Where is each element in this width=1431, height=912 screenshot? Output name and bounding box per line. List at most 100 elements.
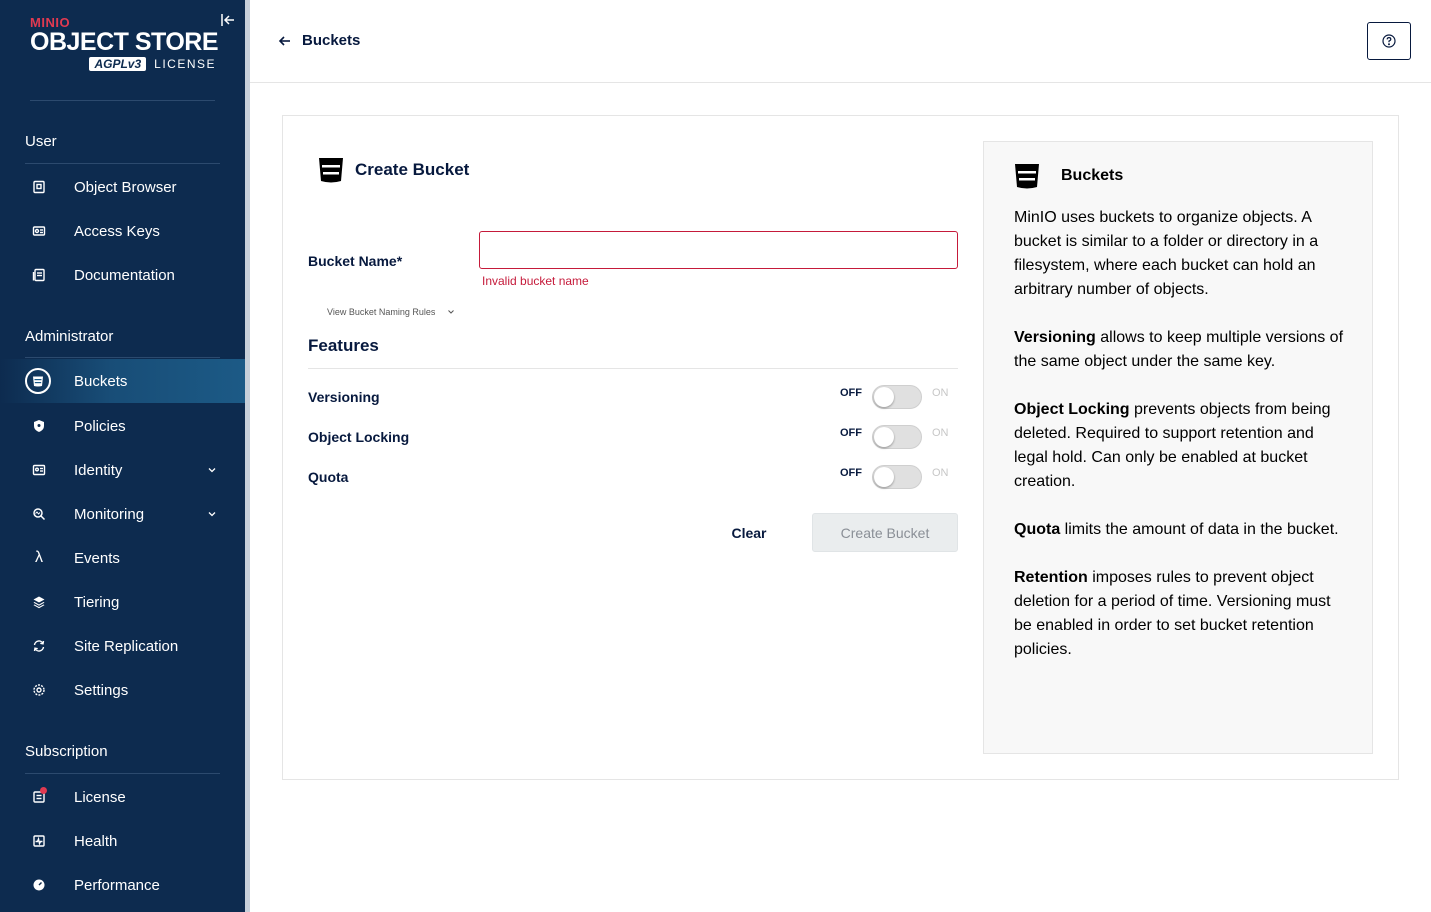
sidebar-item-label: Settings bbox=[74, 681, 129, 699]
toggle-off-label: OFF bbox=[840, 467, 862, 479]
agpl-badge: AGPLv3 bbox=[89, 57, 147, 71]
gear-icon bbox=[28, 679, 50, 701]
logo-product: OBJECT STORE bbox=[30, 28, 219, 56]
versioning-label: Versioning bbox=[308, 389, 380, 405]
help-text: limits the amount of data in the bucket. bbox=[1060, 521, 1339, 538]
sidebar-item-label: Buckets bbox=[74, 372, 128, 390]
sidebar-item-settings[interactable]: Settings bbox=[0, 668, 245, 712]
monitoring-icon bbox=[28, 503, 50, 525]
bucket-icon bbox=[25, 368, 51, 394]
help-header: Buckets bbox=[1014, 162, 1123, 190]
back-link-label: Buckets bbox=[302, 32, 361, 49]
buckets-help-box: Buckets MinIO uses buckets to organize o… bbox=[983, 141, 1373, 754]
object-browser-icon bbox=[28, 176, 50, 198]
toggle-on-label: ON bbox=[932, 467, 949, 479]
sidebar-item-policies[interactable]: Policies bbox=[0, 404, 245, 448]
help-quota: Quota limits the amount of data in the b… bbox=[1014, 518, 1349, 542]
section-title-subscription: Subscription bbox=[25, 743, 108, 760]
sidebar-item-license[interactable]: License bbox=[0, 775, 245, 819]
sidebar-item-site-replication[interactable]: Site Replication bbox=[0, 624, 245, 668]
sidebar-item-health[interactable]: Health bbox=[0, 819, 245, 863]
sidebar: MINIO OBJECT STORE AGPLv3 LICENSE User O… bbox=[0, 0, 250, 912]
sidebar-item-label: Identity bbox=[74, 461, 123, 479]
shield-icon bbox=[28, 415, 50, 437]
toggle-knob bbox=[874, 387, 894, 407]
naming-rules-label: View Bucket Naming Rules bbox=[327, 307, 436, 317]
view-naming-rules-toggle[interactable]: View Bucket Naming Rules bbox=[327, 307, 455, 317]
sidebar-item-label: Object Browser bbox=[74, 178, 177, 196]
sidebar-item-monitoring[interactable]: Monitoring bbox=[0, 492, 245, 536]
sidebar-item-access-keys[interactable]: Access Keys bbox=[0, 209, 245, 253]
sidebar-item-label: Monitoring bbox=[74, 505, 145, 523]
section-divider bbox=[25, 357, 220, 358]
help-retention: Retention imposes rules to prevent objec… bbox=[1014, 566, 1349, 662]
create-bucket-button[interactable]: Create Bucket bbox=[812, 513, 958, 552]
identity-icon bbox=[28, 459, 50, 481]
sidebar-item-events[interactable]: λ Events bbox=[0, 536, 245, 580]
object-locking-toggle[interactable] bbox=[872, 425, 922, 449]
sidebar-item-label: License bbox=[74, 788, 126, 806]
notification-badge bbox=[40, 787, 47, 794]
help-versioning: Versioning allows to keep multiple versi… bbox=[1014, 326, 1349, 374]
help-term: Object Locking bbox=[1014, 401, 1130, 418]
replication-icon bbox=[28, 635, 50, 657]
versioning-toggle[interactable] bbox=[872, 385, 922, 409]
logo-license: LICENSE bbox=[154, 57, 216, 71]
section-title-administrator: Administrator bbox=[25, 328, 114, 345]
sidebar-item-identity[interactable]: Identity bbox=[0, 448, 245, 492]
help-body: MinIO uses buckets to organize objects. … bbox=[1014, 206, 1349, 686]
form-header: Create Bucket bbox=[318, 156, 469, 184]
section-divider bbox=[25, 773, 220, 774]
sidebar-item-label: Policies bbox=[74, 417, 126, 435]
arrow-left-icon bbox=[278, 35, 290, 46]
top-bar: Buckets bbox=[250, 0, 1431, 83]
object-locking-label: Object Locking bbox=[308, 429, 410, 445]
back-to-buckets-link[interactable]: Buckets bbox=[278, 32, 360, 49]
speedometer-icon bbox=[28, 874, 50, 896]
object-locking-row: Object Locking OFF ON bbox=[308, 425, 958, 449]
quota-label: Quota bbox=[308, 469, 349, 485]
sidebar-item-object-browser[interactable]: Object Browser bbox=[0, 165, 245, 209]
access-keys-icon bbox=[28, 220, 50, 242]
toggle-off-label: OFF bbox=[840, 387, 862, 399]
question-circle-icon bbox=[1382, 34, 1396, 48]
chevron-down-icon bbox=[208, 468, 216, 473]
toggle-off-label: OFF bbox=[840, 427, 862, 439]
sidebar-item-label: Tiering bbox=[74, 593, 120, 611]
sidebar-item-documentation[interactable]: Documentation bbox=[0, 253, 245, 297]
toggle-knob bbox=[874, 427, 894, 447]
bucket-name-error: Invalid bucket name bbox=[482, 274, 589, 288]
help-intro: MinIO uses buckets to organize objects. … bbox=[1014, 209, 1319, 298]
clear-button[interactable]: Clear bbox=[719, 514, 779, 552]
minio-logo: MINIO OBJECT STORE AGPLv3 LICENSE bbox=[30, 16, 220, 71]
quota-toggle[interactable] bbox=[872, 465, 922, 489]
layers-icon bbox=[28, 591, 50, 613]
chevron-down-icon bbox=[208, 512, 216, 517]
versioning-row: Versioning OFF ON bbox=[308, 385, 958, 409]
health-icon bbox=[28, 830, 50, 852]
sidebar-scrollbar[interactable] bbox=[245, 0, 250, 740]
help-button[interactable] bbox=[1367, 22, 1411, 60]
sidebar-item-label: Site Replication bbox=[74, 637, 179, 655]
form-title: Create Bucket bbox=[355, 160, 470, 179]
sidebar-item-label: Documentation bbox=[74, 266, 175, 284]
sidebar-item-label: Access Keys bbox=[74, 222, 160, 240]
bucket-name-label: Bucket Name* bbox=[308, 253, 403, 269]
quota-row: Quota OFF ON bbox=[308, 465, 958, 489]
toggle-on-label: ON bbox=[932, 387, 949, 399]
documentation-icon bbox=[28, 264, 50, 286]
sidebar-item-performance[interactable]: Performance bbox=[0, 863, 245, 907]
help-term: Retention bbox=[1014, 569, 1088, 586]
bucket-name-input[interactable] bbox=[479, 231, 958, 269]
sidebar-item-buckets[interactable]: Buckets bbox=[0, 359, 245, 403]
bucket-icon bbox=[319, 158, 343, 183]
help-object-locking: Object Locking prevents objects from bei… bbox=[1014, 398, 1349, 494]
toggle-knob bbox=[874, 467, 894, 487]
section-divider bbox=[25, 163, 220, 164]
sidebar-item-tiering[interactable]: Tiering bbox=[0, 580, 245, 624]
collapse-sidebar-icon[interactable] bbox=[220, 12, 236, 28]
chevron-down-icon bbox=[448, 310, 455, 314]
create-bucket-panel: Create Bucket Bucket Name* Invalid bucke… bbox=[282, 115, 1399, 780]
toggle-on-label: ON bbox=[932, 427, 949, 439]
sidebar-item-label: Performance bbox=[74, 876, 160, 894]
